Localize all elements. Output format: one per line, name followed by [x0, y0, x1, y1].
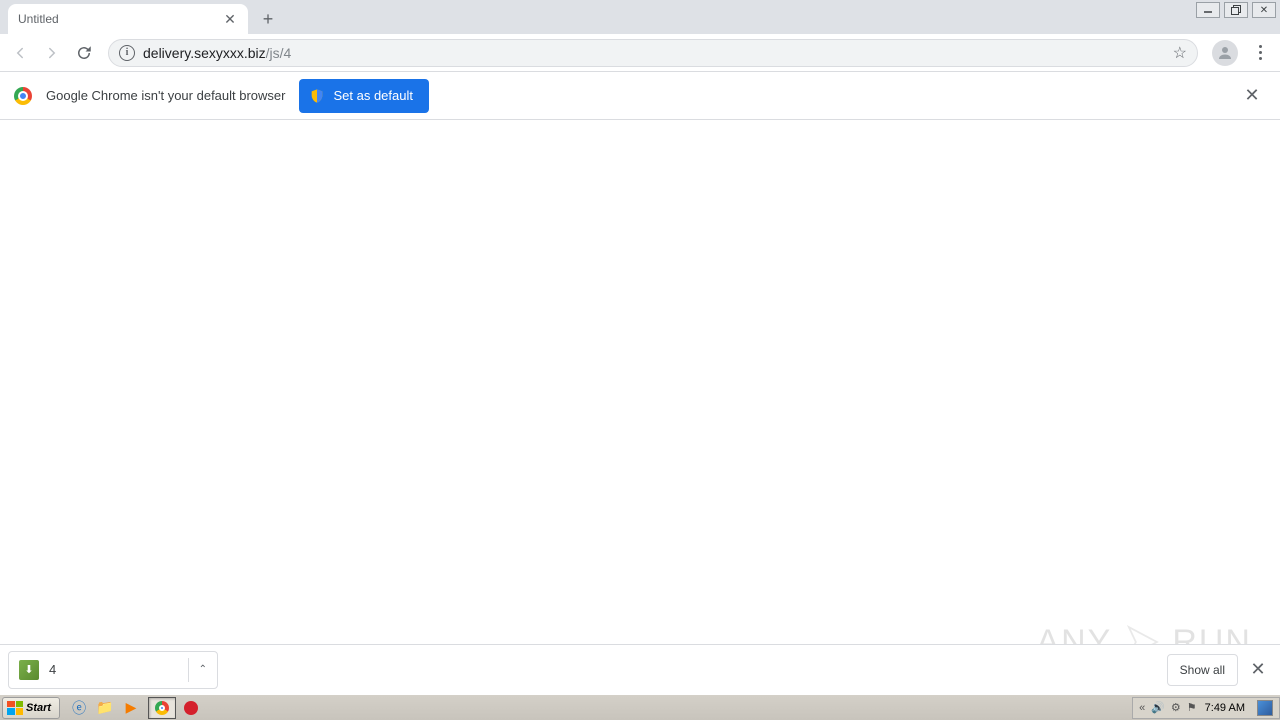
site-info-icon[interactable]: i — [119, 45, 135, 61]
reload-button[interactable] — [70, 39, 98, 67]
maximize-button[interactable] — [1224, 2, 1248, 18]
windows-taskbar: Start ⓔ 📁 ▶ « 🔊 ⚙ ⚑ 7:49 AM — [0, 694, 1280, 720]
minimize-button[interactable] — [1196, 2, 1220, 18]
download-filename: 4 — [49, 662, 178, 677]
close-tab-icon[interactable]: ✕ — [222, 11, 238, 27]
taskbar-chrome-button[interactable] — [148, 697, 176, 719]
bookmark-star-icon[interactable]: ☆ — [1173, 43, 1187, 63]
explorer-icon[interactable]: 📁 — [94, 698, 116, 718]
browser-toolbar: i delivery.sexyxxx.biz/js/4 ☆ — [0, 34, 1280, 72]
system-tray: « 🔊 ⚙ ⚑ 7:49 AM — [1132, 697, 1280, 719]
page-content — [0, 120, 1280, 644]
tab-title: Untitled — [18, 12, 222, 26]
url-text: delivery.sexyxxx.biz/js/4 — [143, 45, 291, 61]
download-chevron-icon[interactable]: ⌃ — [188, 658, 207, 682]
new-tab-button[interactable]: + — [254, 5, 282, 33]
flag-icon[interactable]: ⚑ — [1187, 701, 1197, 714]
shield-icon — [309, 88, 325, 104]
start-button[interactable]: Start — [2, 697, 60, 719]
chrome-menu-button[interactable] — [1246, 39, 1274, 67]
show-desktop-button[interactable] — [1257, 700, 1273, 716]
chrome-logo-icon — [14, 87, 32, 105]
download-item[interactable]: ⬇ 4 ⌃ — [8, 651, 218, 689]
volume-icon[interactable]: 🔊 — [1151, 701, 1165, 714]
window-controls: ✕ — [1196, 2, 1276, 18]
tab-strip: Untitled ✕ + ✕ — [0, 0, 1280, 34]
back-button[interactable] — [6, 39, 34, 67]
show-all-downloads-button[interactable]: Show all — [1167, 654, 1238, 686]
quick-launch: ⓔ 📁 ▶ — [68, 697, 202, 719]
infobar-close-button[interactable]: ✕ — [1238, 82, 1266, 110]
media-icon[interactable]: ▶ — [120, 698, 142, 718]
forward-button[interactable] — [38, 39, 66, 67]
ie-icon[interactable]: ⓔ — [68, 698, 90, 718]
default-browser-infobar: Google Chrome isn't your default browser… — [0, 72, 1280, 120]
set-as-default-button[interactable]: Set as default — [299, 79, 429, 113]
windows-flag-icon — [7, 701, 23, 715]
infobar-message: Google Chrome isn't your default browser — [46, 88, 285, 103]
download-file-icon: ⬇ — [19, 660, 39, 680]
tray-expand-icon[interactable]: « — [1139, 702, 1145, 714]
taskbar-clock[interactable]: 7:49 AM — [1203, 702, 1247, 714]
download-shelf: ⬇ 4 ⌃ Show all ✕ — [0, 644, 1280, 694]
tray-app-icon[interactable]: ⚙ — [1171, 701, 1181, 714]
close-window-button[interactable]: ✕ — [1252, 2, 1276, 18]
profile-avatar[interactable] — [1212, 40, 1238, 66]
opera-icon[interactable] — [180, 698, 202, 718]
download-shelf-close-button[interactable]: ✕ — [1244, 656, 1272, 684]
browser-tab[interactable]: Untitled ✕ — [8, 4, 248, 34]
address-bar[interactable]: i delivery.sexyxxx.biz/js/4 ☆ — [108, 39, 1198, 67]
